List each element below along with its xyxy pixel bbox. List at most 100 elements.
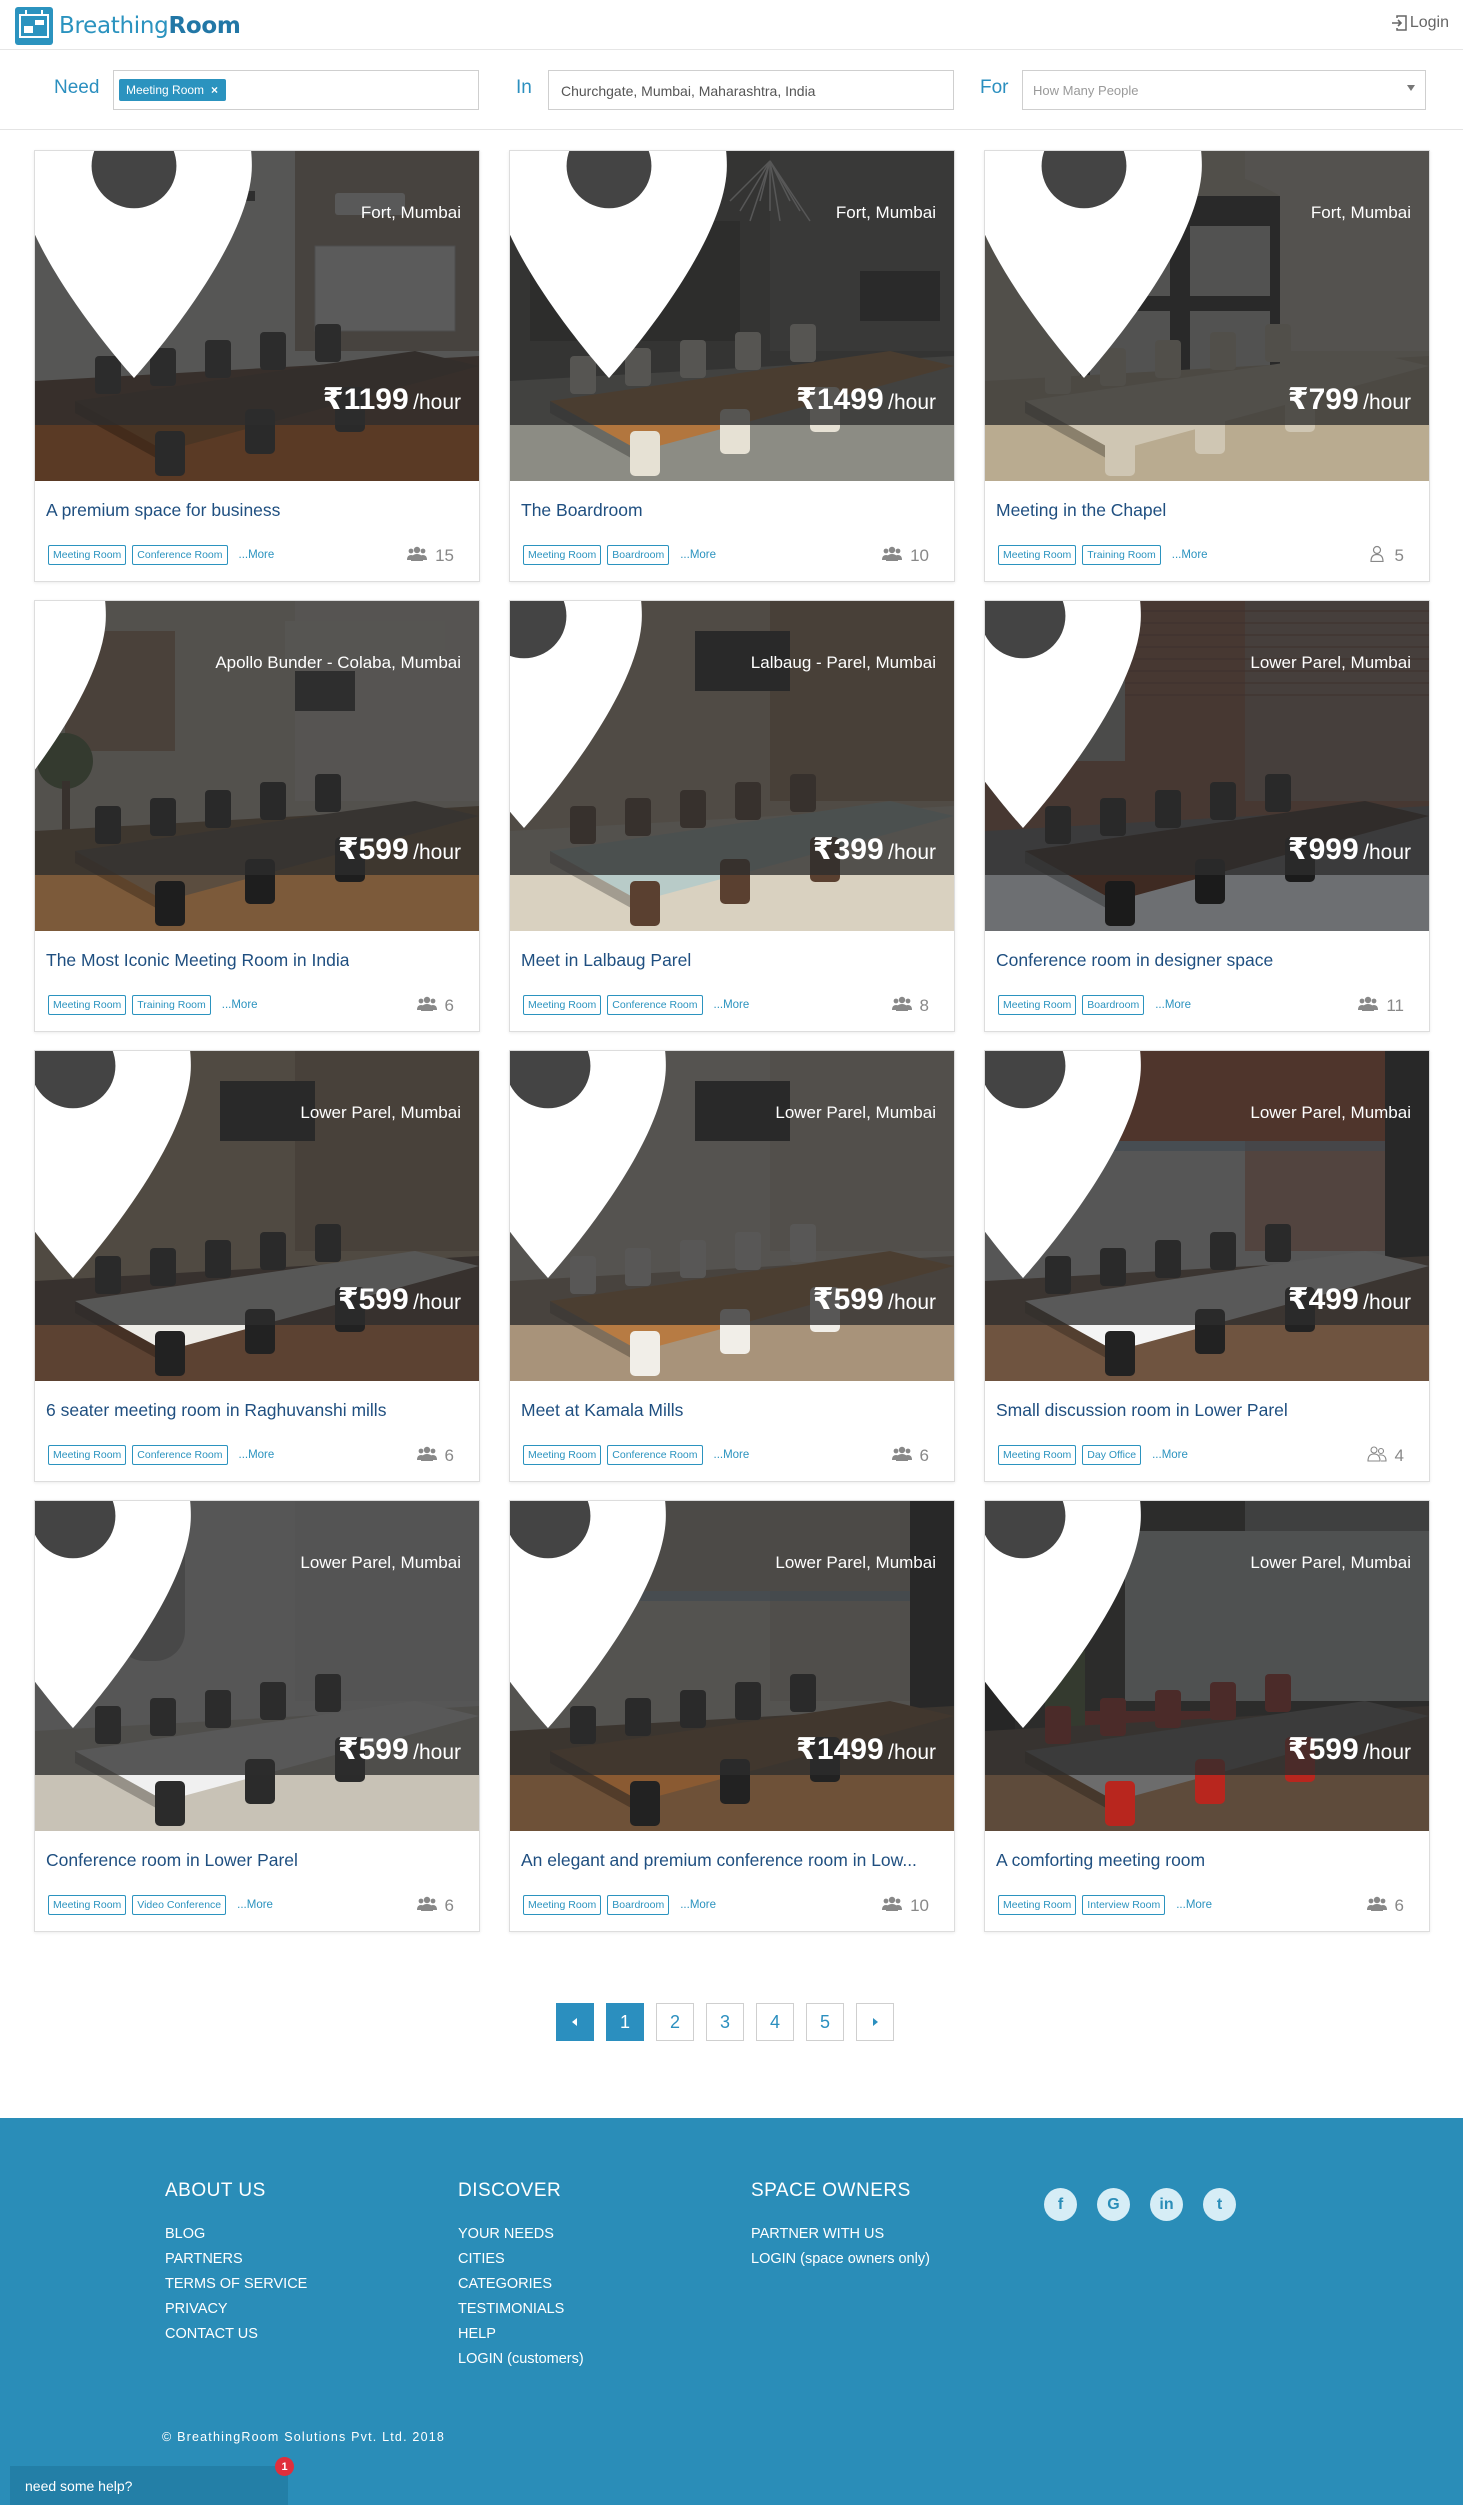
listing-tag[interactable]: Boardroom [1082,995,1145,1015]
more-tags-link[interactable]: ...More [1155,999,1191,1011]
page-button-1[interactable]: 1 [606,2003,644,2041]
listing-photo[interactable]: 0.99 KmFort, Mumbai₹799 /hour [985,151,1429,481]
listing-tag[interactable]: Meeting Room [523,545,602,565]
listing-tag[interactable]: Meeting Room [48,995,127,1015]
listing-tag[interactable]: Interview Room [1082,1895,1166,1915]
footer-link[interactable]: PARTNER WITH US [751,2222,930,2247]
footer-link[interactable]: CONTACT US [165,2322,307,2347]
listing-photo[interactable]: 1.16 KmApollo Bunder - Colaba, Mumbai₹59… [35,601,479,931]
footer-link[interactable]: CITIES [458,2247,584,2272]
more-tags-link[interactable]: ...More [222,999,258,1011]
twitter-icon[interactable]: t [1203,2188,1236,2221]
listing-tag[interactable]: Meeting Room [48,1445,127,1465]
listing-card[interactable]: 6.72 KmLower Parel, Mumbai₹999 /hour Conf… [984,600,1430,1032]
listing-tag[interactable]: Conference Room [607,1445,703,1465]
listing-card[interactable]: 6.9 KmLower Parel, Mumbai₹499 /hour Small… [984,1050,1430,1482]
need-input[interactable]: Meeting Room × [113,70,479,110]
listing-title[interactable]: Meet in Lalbaug Parel [521,950,691,971]
listing-tag[interactable]: Boardroom [607,545,670,565]
listing-title[interactable]: A premium space for business [46,500,280,521]
listing-photo[interactable]: 6.9 KmLower Parel, Mumbai₹499 /hour [985,1051,1429,1381]
more-tags-link[interactable]: ...More [239,549,275,561]
listing-photo[interactable]: 6.72 KmLower Parel, Mumbai₹999 /hour [985,601,1429,931]
login-link[interactable]: Login [1391,14,1449,32]
listing-tag[interactable]: Meeting Room [998,545,1077,565]
listing-photo[interactable]: 6.9 KmLower Parel, Mumbai₹599 /hour [35,1501,479,1831]
listing-tag[interactable]: Training Room [132,995,211,1015]
listing-tag[interactable]: Meeting Room [523,1445,602,1465]
listing-tag[interactable]: Meeting Room [998,1445,1077,1465]
google-icon[interactable]: G [1097,2188,1130,2221]
listing-tag[interactable]: Day Office [1082,1445,1142,1465]
listing-photo[interactable]: 6.96 KmLower Parel, Mumbai₹599 /hour [985,1501,1429,1831]
listing-tag[interactable]: Meeting Room [998,995,1077,1015]
help-chat-button[interactable]: need some help? [10,2466,288,2505]
more-tags-link[interactable]: ...More [1172,549,1208,561]
page-button-5[interactable]: 5 [806,2003,844,2041]
more-tags-link[interactable]: ...More [714,1449,750,1461]
listing-title[interactable]: The Boardroom [521,500,643,521]
footer-link[interactable]: BLOG [165,2222,307,2247]
listing-tag[interactable]: Conference Room [607,995,703,1015]
more-tags-link[interactable]: ...More [1152,1449,1188,1461]
listing-photo[interactable]: 0.89 KmFort, Mumbai₹1199 /hour [35,151,479,481]
listing-title[interactable]: Conference room in designer space [996,950,1273,971]
location-input[interactable]: Churchgate, Mumbai, Maharashtra, India [548,70,954,110]
listing-tag[interactable]: Meeting Room [998,1895,1077,1915]
listing-tag[interactable]: Conference Room [132,545,228,565]
more-tags-link[interactable]: ...More [680,1899,716,1911]
more-tags-link[interactable]: ...More [1176,1899,1212,1911]
listing-tag[interactable]: Training Room [1082,545,1161,565]
listing-card[interactable]: 1.16 KmApollo Bunder - Colaba, Mumbai₹59… [34,600,480,1032]
remove-tag-icon[interactable]: × [211,83,218,97]
listing-photo[interactable]: 0.99 KmFort, Mumbai₹1499 /hour [510,151,954,481]
listing-card[interactable]: 6.72 KmLower Parel, Mumbai₹599 /hour 6 se… [34,1050,480,1482]
listing-card[interactable]: 6.96 KmLower Parel, Mumbai₹599 /hour A co… [984,1500,1430,1932]
footer-link[interactable]: TERMS OF SERVICE [165,2272,307,2297]
listing-card[interactable]: 6.96 KmLower Parel, Mumbai₹1499 /hourAn … [509,1500,955,1932]
listing-title[interactable]: An elegant and premium conference room i… [521,1850,917,1871]
listing-photo[interactable]: 6.72 KmLower Parel, Mumbai₹599 /hour [510,1051,954,1381]
listing-card[interactable]: 0.99 KmFort, Mumbai₹1499 /hour The Boardr… [509,150,955,582]
footer-link[interactable]: HELP [458,2322,584,2347]
page-button-3[interactable]: 3 [706,2003,744,2041]
more-tags-link[interactable]: ...More [239,1449,275,1461]
listing-tag[interactable]: Meeting Room [523,1895,602,1915]
more-tags-link[interactable]: ...More [714,999,750,1011]
listing-card[interactable]: 6.9 KmLower Parel, Mumbai₹599 /hourConfe… [34,1500,480,1932]
listing-photo[interactable]: 6.72 KmLower Parel, Mumbai₹599 /hour [35,1051,479,1381]
listing-tag[interactable]: Conference Room [132,1445,228,1465]
listing-tag[interactable]: Boardroom [607,1895,670,1915]
more-tags-link[interactable]: ...More [237,1899,273,1911]
listing-title[interactable]: The Most Iconic Meeting Room in India [46,950,349,971]
footer-link[interactable]: LOGIN (customers) [458,2347,584,2372]
listing-title[interactable]: 6 seater meeting room in Raghuvanshi mil… [46,1400,386,1421]
brand-logo[interactable]: BreathingRoom [14,4,241,48]
next-page-button[interactable] [856,2003,894,2041]
page-button-2[interactable]: 2 [656,2003,694,2041]
listing-title[interactable]: Small discussion room in Lower Parel [996,1400,1288,1421]
listing-card[interactable]: 0.89 KmFort, Mumbai₹1199 /hour A premium … [34,150,480,582]
prev-page-button[interactable] [556,2003,594,2041]
people-select[interactable]: How Many People [1022,70,1426,110]
listing-title[interactable]: Meet at Kamala Mills [521,1400,683,1421]
listing-tag[interactable]: Meeting Room [48,545,127,565]
footer-link[interactable]: YOUR NEEDS [458,2222,584,2247]
footer-link[interactable]: PARTNERS [165,2247,307,2272]
footer-link[interactable]: CATEGORIES [458,2272,584,2297]
footer-link[interactable]: TESTIMONIALS [458,2297,584,2322]
listing-card[interactable]: 0.99 KmFort, Mumbai₹799 /hour Meeting in … [984,150,1430,582]
listing-photo[interactable]: 6.38 KmLalbaug - Parel, Mumbai₹399 /hour [510,601,954,931]
listing-card[interactable]: 6.38 KmLalbaug - Parel, Mumbai₹399 /hour… [509,600,955,1032]
listing-tag[interactable]: Meeting Room [48,1895,127,1915]
listing-title[interactable]: Meeting in the Chapel [996,500,1166,521]
listing-tag[interactable]: Video Conference [132,1895,227,1915]
listing-tag[interactable]: Meeting Room [523,995,602,1015]
page-button-4[interactable]: 4 [756,2003,794,2041]
listing-card[interactable]: 6.72 KmLower Parel, Mumbai₹599 /hour Meet… [509,1050,955,1482]
linkedin-icon[interactable]: in [1150,2188,1183,2221]
listing-title[interactable]: A comforting meeting room [996,1850,1205,1871]
facebook-icon[interactable]: f [1044,2188,1077,2221]
footer-link[interactable]: LOGIN (space owners only) [751,2247,930,2272]
more-tags-link[interactable]: ...More [680,549,716,561]
